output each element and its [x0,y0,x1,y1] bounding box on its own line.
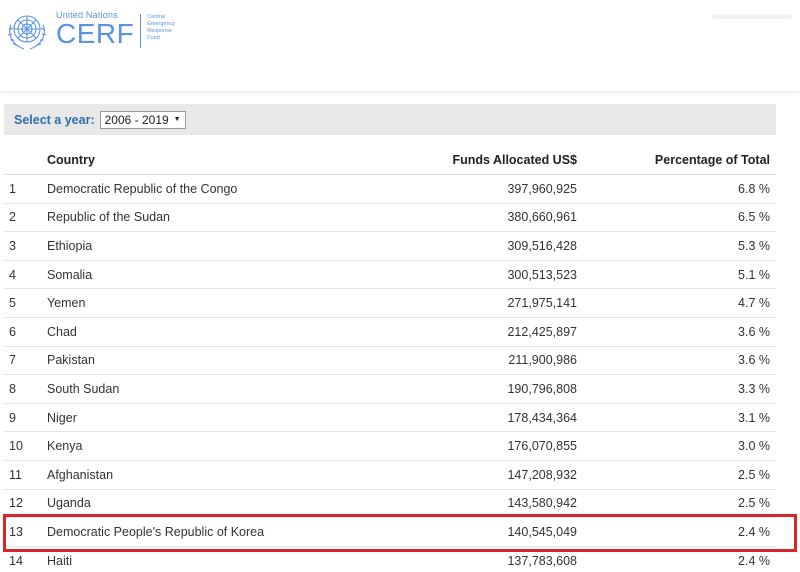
cell-country: Kenya [47,439,83,454]
cell-funds: 397,960,925 [507,181,577,196]
cell-rank: 8 [9,381,16,396]
table-row: 4 Somalia 300,513,523 5.1 % [4,261,776,290]
table-row: 6 Chad 212,425,897 3.6 % [4,318,776,347]
cell-percentage: 3.6 % [738,324,770,339]
cell-country: Democratic People's Republic of Korea [47,524,265,539]
cell-funds: 137,783,608 [507,553,577,568]
cell-rank: 2 [9,210,16,225]
cell-percentage: 3.3 % [738,381,770,396]
cerf-logo[interactable]: United Nations CERF Central Emergency Re… [4,8,191,56]
cell-funds: 147,208,932 [507,467,577,482]
cell-rank: 10 [9,439,23,454]
cell-funds: 271,975,141 [507,296,577,311]
table-row: 14 Haiti 137,783,608 2.4 % [4,547,776,572]
cell-country: Afghanistan [47,467,114,482]
cerf-fullname-line: Central [147,14,165,20]
cerf-fullname-line: Fund [147,35,160,41]
cell-rank: 6 [9,324,16,339]
cell-country: Democratic Republic of the Congo [47,181,238,196]
cell-country: Haiti [47,553,73,568]
cell-rank: 14 [9,553,23,568]
cerf-fullname: Central Emergency Response Fund [147,14,191,42]
cell-percentage: 6.5 % [738,210,770,225]
cell-country: Yemen [47,296,86,311]
cell-country: Niger [47,410,77,425]
cerf-title: CERF [56,18,135,49]
table-header-row: Country Funds Allocated US$ Percentage o… [4,146,776,175]
logo-divider [140,14,142,48]
cell-funds: 178,434,364 [507,410,577,425]
cell-funds: 211,900,986 [508,353,577,368]
table-row: 13 Democratic People's Republic of Korea 1… [4,518,776,547]
cell-funds: 212,425,897 [507,324,577,339]
cell-percentage: 5.1 % [738,267,770,282]
cell-country: Uganda [47,496,91,511]
cell-funds: 140,545,049 [507,524,577,539]
table-row: 1 Democratic Republic of the Congo 397,960… [4,175,776,204]
cell-percentage: 4.7 % [738,296,770,311]
cell-funds: 190,796,808 [507,381,577,396]
table-row: 3 Ethiopia 309,516,428 5.3 % [4,232,776,261]
cell-rank: 5 [9,296,16,311]
col-header-percentage[interactable]: Percentage of Total [577,153,776,167]
table-row: 5 Yemen 271,975,141 4.7 % [4,289,776,318]
cell-rank: 1 [9,181,16,196]
cell-percentage: 3.0 % [738,439,770,454]
cell-country: South Sudan [47,381,120,396]
cell-country: Republic of the Sudan [47,210,171,225]
cell-country: Ethiopia [47,238,93,253]
cell-percentage: 5.3 % [738,238,770,253]
page: United Nations CERF Central Emergency Re… [0,0,800,572]
cell-percentage: 3.6 % [738,353,770,368]
table-row: 7 Pakistan 211,900,986 3.6 % [4,347,776,376]
cell-percentage: 3.1 % [738,410,770,425]
logo-wordmark: United Nations CERF [56,10,134,48]
cell-rank: 7 [9,353,16,368]
cerf-fullname-line: Emergency [147,21,176,27]
cell-percentage: 2.5 % [738,496,770,511]
table-row: 11 Afghanistan 147,208,932 2.5 % [4,461,776,490]
year-filter-label: Select a year: [14,112,95,127]
year-select[interactable]: 2006 - 2019 ▼ [99,110,186,129]
cell-percentage: 2.4 % [738,524,770,539]
site-header: United Nations CERF Central Emergency Re… [0,0,800,92]
cell-rank: 4 [9,267,16,282]
cell-funds: 300,513,523 [507,267,577,282]
cell-percentage: 6.8 % [738,181,770,196]
table-body: 1 Democratic Republic of the Congo 397,960… [4,175,776,572]
cell-rank: 9 [9,410,16,425]
year-filter-bar: Select a year: 2006 - 2019 ▼ [4,104,776,135]
table-row: 9 Niger 178,434,364 3.1 % [4,404,776,433]
cell-country: Chad [47,324,77,339]
cell-funds: 176,070,855 [507,439,577,454]
table-row: 8 South Sudan 190,796,808 3.3 % [4,375,776,404]
col-header-country[interactable]: Country [47,153,380,167]
cell-rank: 3 [9,238,16,253]
cell-funds: 143,580,942 [507,496,577,511]
un-emblem-icon [7,15,47,50]
table-row: 10 Kenya 176,070,855 3.0 % [4,432,776,461]
cell-country: Pakistan [47,353,95,368]
cell-percentage: 2.4 % [738,553,770,568]
year-select-value: 2006 - 2019 [104,112,169,127]
cell-percentage: 2.5 % [738,467,770,482]
cerf-fullname-line: Response [147,28,173,34]
cell-rank: 12 [9,496,23,511]
col-header-funds[interactable]: Funds Allocated US$ [380,153,577,167]
cell-funds: 380,660,961 [507,210,577,225]
dropdown-arrow-icon: ▼ [173,116,181,123]
table-row: 12 Uganda 143,580,942 2.5 % [4,490,776,519]
table-row: 2 Republic of the Sudan 380,660,961 6.5 % [4,204,776,233]
cell-rank: 11 [9,467,22,482]
header-faint-bar [712,14,792,19]
cell-funds: 309,516,428 [507,238,577,253]
cell-country: Somalia [47,267,93,282]
allocations-table: Country Funds Allocated US$ Percentage o… [4,146,776,572]
cell-rank: 13 [9,524,23,539]
